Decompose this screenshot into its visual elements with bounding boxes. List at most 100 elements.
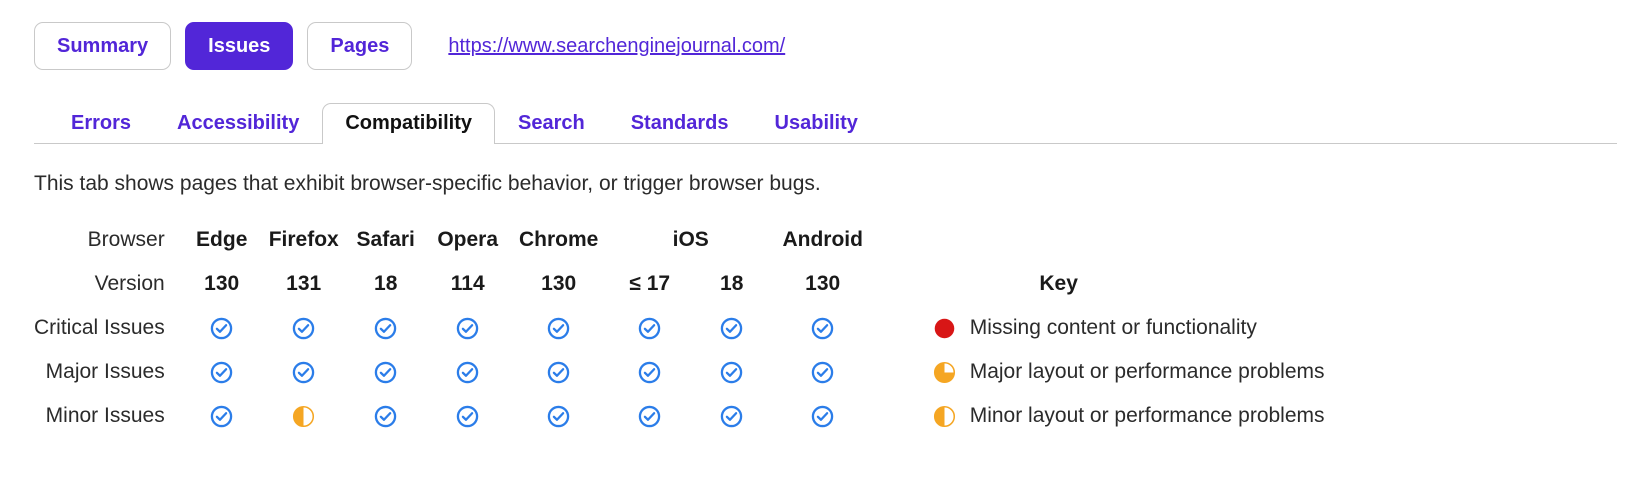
status-cell[interactable]	[345, 394, 427, 438]
status-cell[interactable]	[691, 350, 773, 394]
check-circle-icon	[547, 361, 570, 384]
key-panel: Key Missing content or functionality Majo…	[933, 218, 1325, 438]
check-circle-icon	[547, 317, 570, 340]
table-row: Major Issues	[34, 350, 873, 394]
version-cell: 18	[720, 272, 744, 295]
check-circle-icon	[811, 405, 834, 428]
check-circle-icon	[638, 405, 661, 428]
key-title: Key	[1039, 272, 1078, 295]
key-item: Major layout or performance problems	[933, 350, 1325, 394]
tab-search[interactable]: Search	[495, 103, 608, 144]
key-item-label: Missing content or functionality	[969, 316, 1257, 339]
compatibility-table: Browser Edge Firefox Safari Opera Chrome iOS An…	[34, 218, 873, 438]
version-row: Version 130 131 18 114 130 ≤ 17 18 130	[34, 262, 873, 306]
version-cell: 18	[374, 272, 398, 295]
version-row-label: Version	[94, 272, 165, 295]
browser-header-safari: Safari	[356, 228, 415, 251]
view-button-group: Summary Issues Pages	[34, 22, 413, 70]
check-circle-icon	[292, 317, 315, 340]
status-cell[interactable]	[773, 306, 873, 350]
browser-header-opera: Opera	[437, 228, 499, 251]
browser-header-firefox: Firefox	[268, 228, 339, 251]
check-circle-icon	[374, 317, 397, 340]
status-cell[interactable]	[263, 394, 345, 438]
version-cell: 130	[204, 272, 240, 295]
check-circle-icon	[456, 361, 479, 384]
check-circle-icon	[720, 361, 743, 384]
browser-header-edge: Edge	[196, 228, 248, 251]
half-circle-icon	[933, 405, 956, 428]
tab-errors[interactable]: Errors	[48, 103, 154, 144]
check-circle-icon	[292, 361, 315, 384]
tab-usability[interactable]: Usability	[752, 103, 881, 144]
status-cell[interactable]	[509, 306, 609, 350]
status-cell[interactable]	[773, 350, 873, 394]
tabstrip-divider	[34, 143, 1617, 144]
half-circle-icon	[292, 405, 315, 428]
browser-header-android: Android	[782, 228, 863, 251]
status-cell[interactable]	[181, 350, 263, 394]
key-item-label: Major layout or performance problems	[969, 360, 1325, 383]
table-row: Minor Issues	[34, 394, 873, 438]
status-cell[interactable]	[609, 394, 691, 438]
status-cell[interactable]	[609, 350, 691, 394]
check-circle-icon	[720, 405, 743, 428]
check-circle-icon	[210, 361, 233, 384]
key-list: Missing content or functionality Major la…	[933, 306, 1325, 438]
tab-standards[interactable]: Standards	[608, 103, 752, 144]
topbar: Summary Issues Pages https://www.searcheng…	[0, 0, 1651, 70]
browser-row-label: Browser	[87, 228, 165, 251]
key-item: Minor layout or performance problems	[933, 394, 1325, 438]
view-button-pages[interactable]: Pages	[307, 22, 413, 70]
status-cell[interactable]	[181, 306, 263, 350]
status-cell[interactable]	[691, 306, 773, 350]
status-cell[interactable]	[345, 350, 427, 394]
tab-compatibility[interactable]: Compatibility	[322, 103, 495, 145]
content-area: Browser Edge Firefox Safari Opera Chrome iOS An…	[0, 218, 1651, 438]
check-circle-icon	[638, 361, 661, 384]
key-item: Missing content or functionality	[933, 306, 1325, 350]
status-cell[interactable]	[509, 394, 609, 438]
status-cell[interactable]	[427, 306, 509, 350]
check-circle-icon	[638, 317, 661, 340]
status-cell[interactable]	[427, 394, 509, 438]
status-cell[interactable]	[263, 350, 345, 394]
key-item-label: Minor layout or performance problems	[969, 404, 1325, 427]
status-cell[interactable]	[263, 306, 345, 350]
check-circle-icon	[720, 317, 743, 340]
tabstrip: Errors Accessibility Compatibility Search St…	[0, 96, 1651, 145]
browser-header-chrome: Chrome	[519, 228, 599, 251]
check-circle-icon	[811, 317, 834, 340]
check-circle-icon	[456, 405, 479, 428]
status-cell[interactable]	[509, 350, 609, 394]
check-circle-icon	[456, 317, 479, 340]
three-quarter-circle-icon	[933, 361, 956, 384]
browser-header-row: Browser Edge Firefox Safari Opera Chrome iOS An…	[34, 218, 873, 262]
check-circle-icon	[374, 361, 397, 384]
issue-row-label: Major Issues	[45, 360, 165, 383]
status-cell[interactable]	[427, 350, 509, 394]
site-url-link[interactable]: https://www.searchenginejournal.com/	[448, 35, 785, 58]
tab-description: This tab shows pages that exhibit browse…	[34, 172, 821, 195]
version-cell: 131	[286, 272, 322, 295]
check-circle-icon	[374, 405, 397, 428]
status-cell[interactable]	[181, 394, 263, 438]
check-circle-icon	[210, 317, 233, 340]
version-cell: 130	[805, 272, 841, 295]
status-cell[interactable]	[345, 306, 427, 350]
table-row: Critical Issues	[34, 306, 873, 350]
tabstrip-container: Errors Accessibility Compatibility Search St…	[0, 96, 1651, 145]
check-circle-icon	[811, 361, 834, 384]
view-button-summary[interactable]: Summary	[34, 22, 172, 70]
status-cell[interactable]	[609, 306, 691, 350]
tab-accessibility[interactable]: Accessibility	[154, 103, 322, 144]
view-button-issues[interactable]: Issues	[185, 22, 294, 70]
issue-row-label: Minor Issues	[45, 404, 165, 427]
version-cell: 114	[450, 272, 485, 295]
check-circle-icon	[547, 405, 570, 428]
check-circle-icon	[210, 405, 233, 428]
status-cell[interactable]	[773, 394, 873, 438]
full-circle-icon	[933, 317, 956, 340]
status-cell[interactable]	[691, 394, 773, 438]
version-cell: 130	[541, 272, 577, 295]
